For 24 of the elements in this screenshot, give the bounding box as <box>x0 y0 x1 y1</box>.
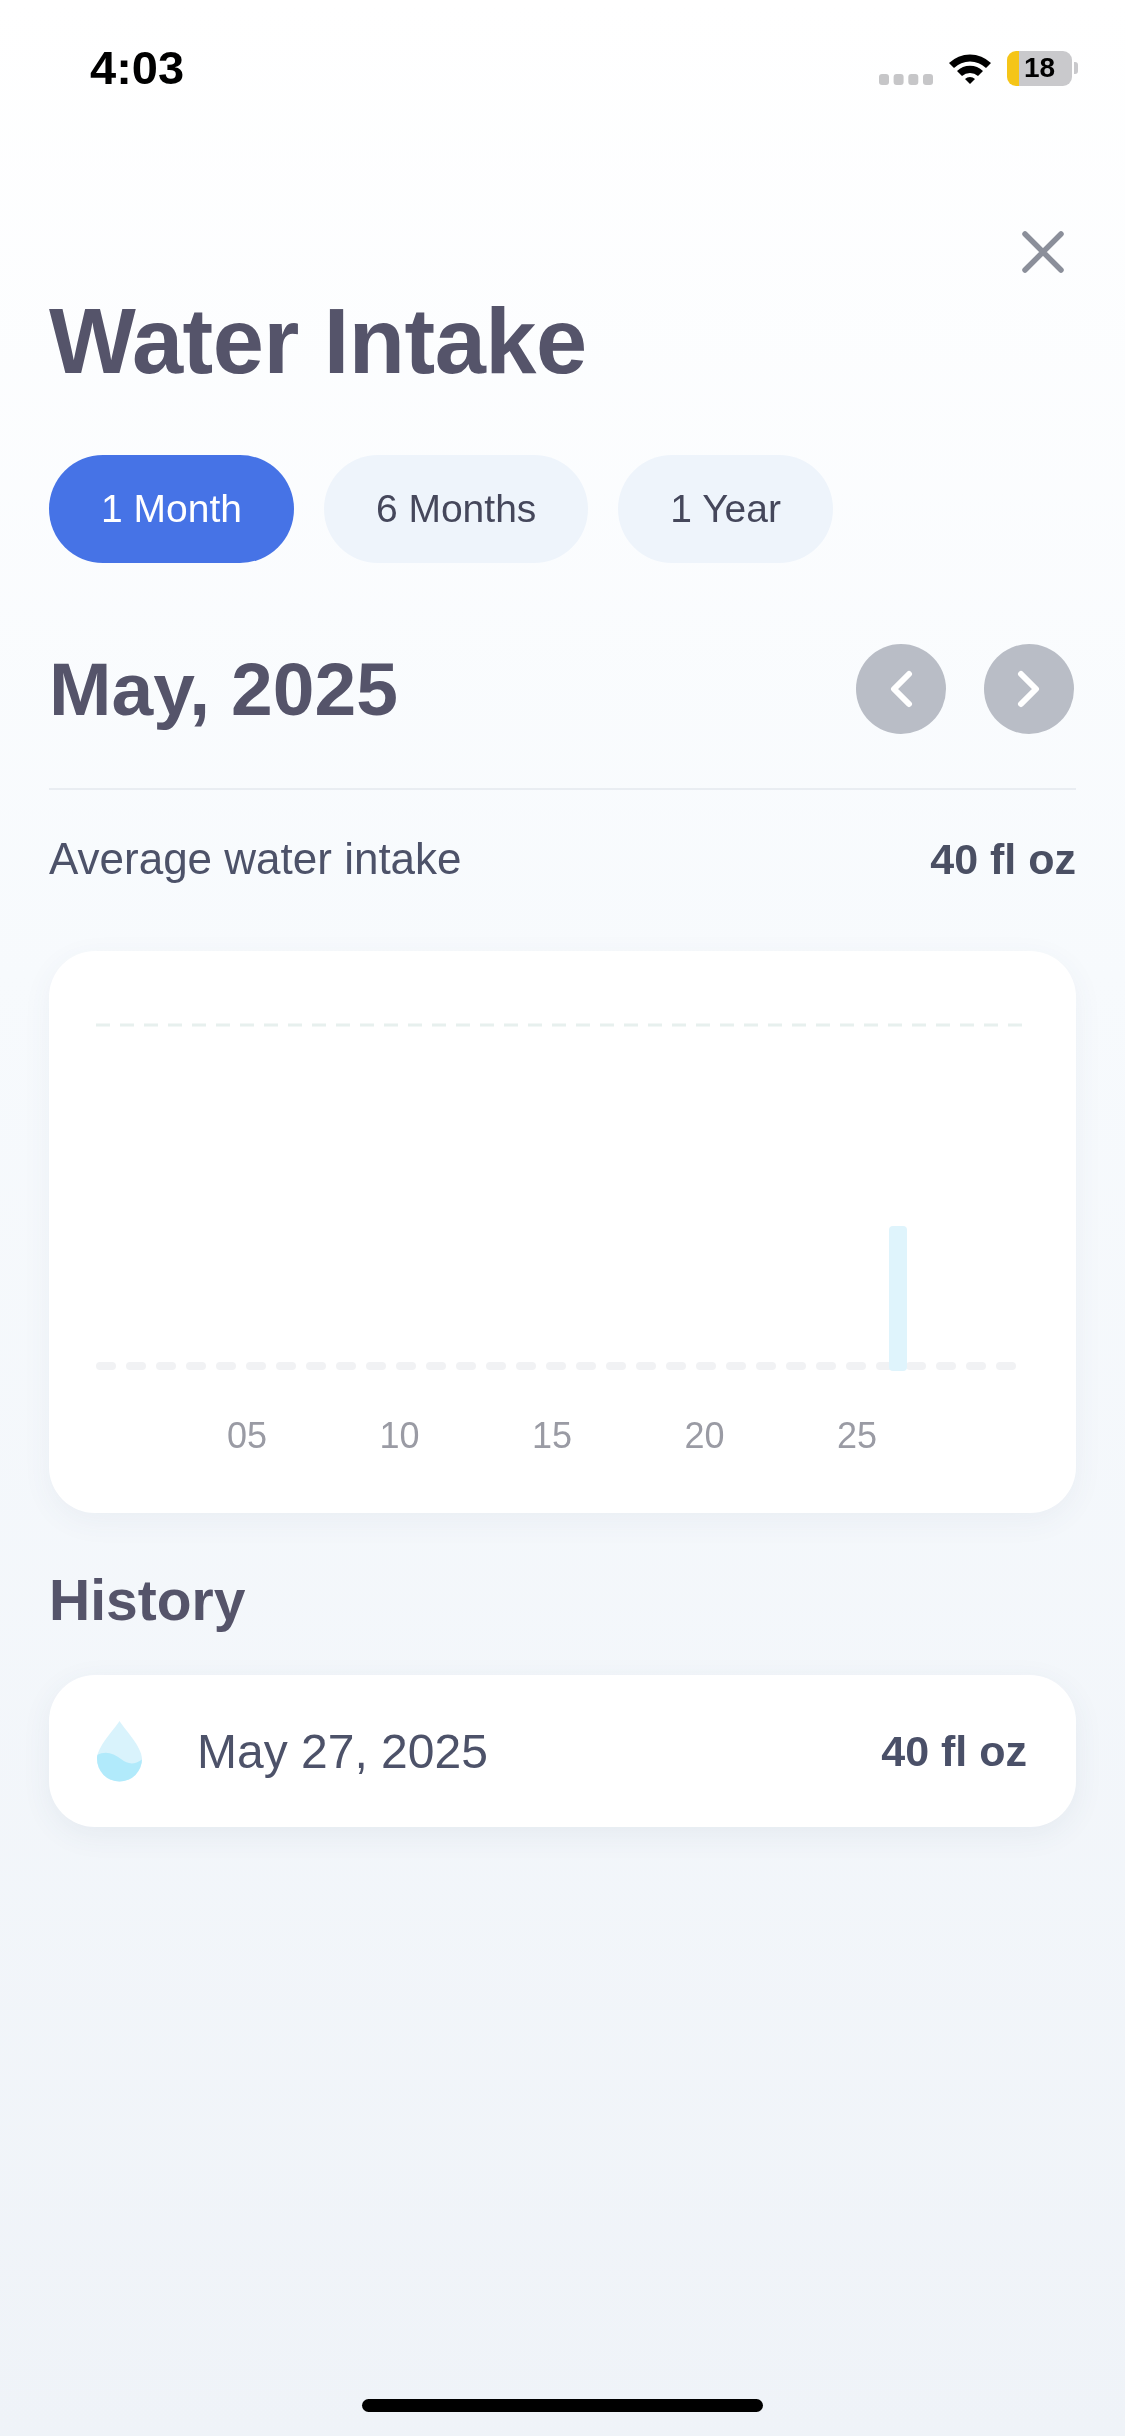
period-tab[interactable]: 1 Month <box>49 454 294 563</box>
battery-percentage: 18 <box>1023 54 1056 82</box>
average-label: Average water intake <box>49 833 462 884</box>
axis-label: 10 <box>379 1414 420 1456</box>
history-heading: History <box>49 1567 247 1634</box>
page-title: Water Intake <box>49 289 588 394</box>
chevron-left-icon <box>889 669 913 708</box>
period-tab[interactable]: 1 Year <box>618 454 833 563</box>
axis-label: 20 <box>684 1414 725 1456</box>
wifi-icon <box>947 51 993 85</box>
close-button[interactable] <box>1021 230 1065 274</box>
water-drop-icon <box>95 1720 144 1783</box>
signal-icon <box>879 73 933 85</box>
axis-label: 05 <box>227 1414 267 1456</box>
axis-label: 15 <box>532 1414 572 1456</box>
entry-amount: 40 fl oz <box>881 1726 1027 1776</box>
status-time: 4:03 <box>90 42 185 94</box>
period-tab[interactable]: 6 Months <box>323 454 589 563</box>
close-icon <box>1021 230 1065 274</box>
average-value: 40 fl oz <box>930 833 1076 884</box>
month-label: May, 2025 <box>49 645 398 732</box>
entry-date: May 27, 2025 <box>197 1723 488 1779</box>
axis-label: 25 <box>837 1414 877 1456</box>
chevron-right-icon <box>1017 669 1041 708</box>
